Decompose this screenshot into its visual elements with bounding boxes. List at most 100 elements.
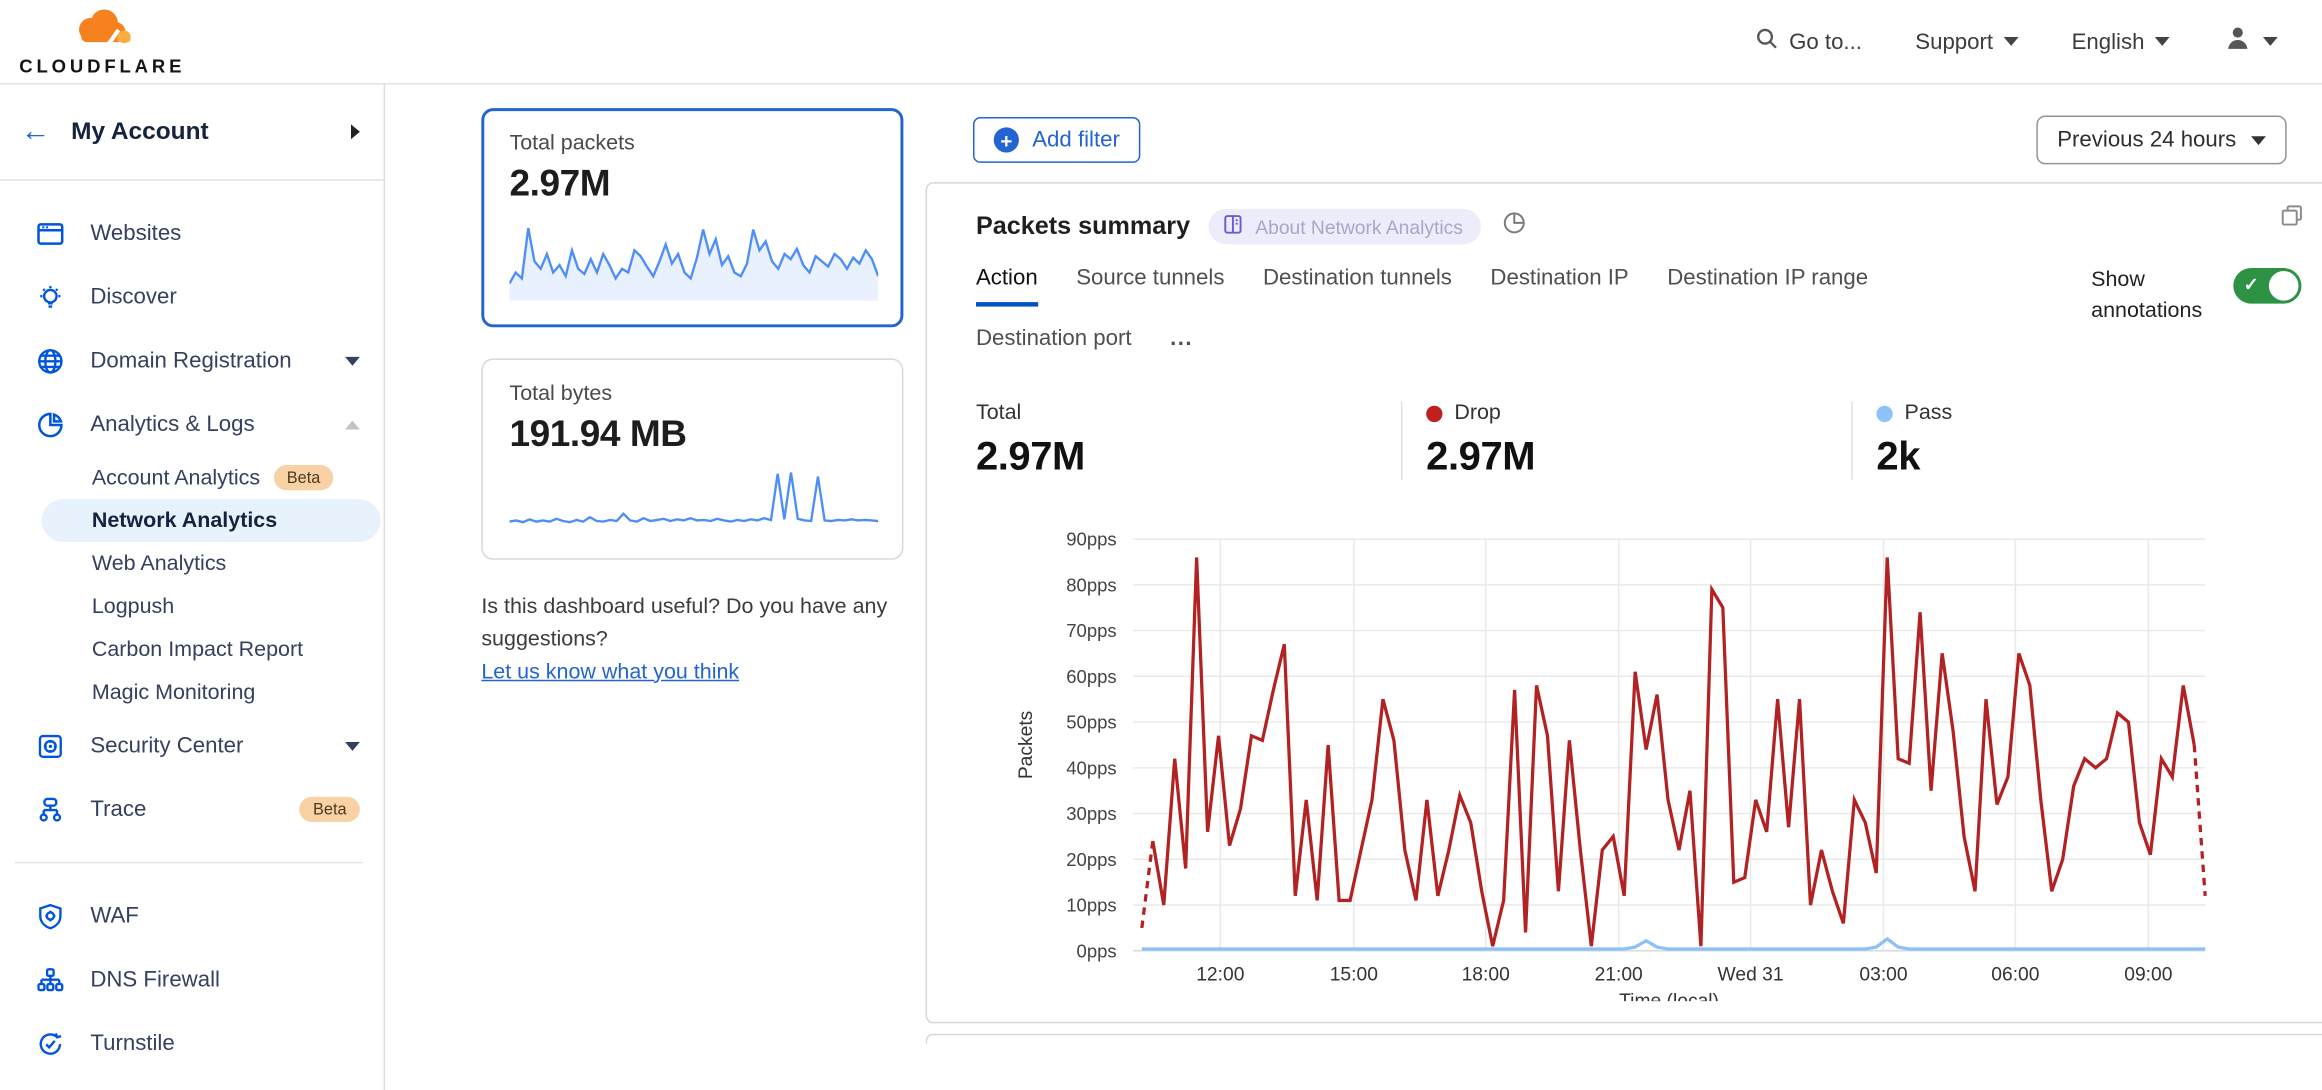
- sidebar-item-waf[interactable]: WAF: [0, 884, 384, 948]
- svg-text:80pps: 80pps: [1066, 574, 1116, 595]
- sidebar-item-label: Security Center: [90, 733, 320, 758]
- beta-badge: Beta: [300, 797, 360, 822]
- chevron-down-icon: [345, 741, 360, 750]
- chevron-right-icon[interactable]: [351, 124, 360, 139]
- tab-action[interactable]: Action: [976, 265, 1038, 306]
- card-total-bytes[interactable]: Total bytes191.94 MB: [481, 358, 903, 559]
- tab-destination-ip[interactable]: Destination IP: [1490, 265, 1628, 306]
- sidebar-item-analytics-logs[interactable]: Analytics & Logs: [0, 392, 384, 456]
- goto-label: Go to...: [1789, 29, 1862, 54]
- add-filter-button[interactable]: + Add filter: [973, 117, 1141, 163]
- tabs-overflow-button[interactable]: ...: [1170, 326, 1193, 363]
- show-annotations-label: Show annotations: [2091, 265, 2212, 327]
- sidebar-item-label: DNS Firewall: [90, 967, 360, 992]
- legend-dot: [1426, 405, 1442, 421]
- svg-text:90pps: 90pps: [1066, 529, 1116, 550]
- sidebar: ← My Account WebsitesDiscover Domain Regi…: [0, 84, 385, 1090]
- show-annotations-toggle[interactable]: ✓: [2233, 268, 2301, 304]
- svg-text:18:00: 18:00: [1462, 964, 1510, 985]
- panel-title: Packets summary: [976, 212, 1190, 242]
- cloudflare-cloud-icon: [68, 7, 136, 54]
- book-icon: [1221, 213, 1243, 240]
- toggle-knob: [2269, 271, 2299, 301]
- svg-text:40pps: 40pps: [1066, 757, 1116, 778]
- sidebar-subitem-logpush[interactable]: Logpush: [0, 585, 384, 628]
- stat-divider: [1401, 401, 1402, 479]
- stat-label: Drop: [1454, 401, 1501, 425]
- stat-drop: Drop2.97M: [1426, 401, 1851, 479]
- svg-text:21:00: 21:00: [1595, 964, 1643, 985]
- tab-destination-tunnels[interactable]: Destination tunnels: [1263, 265, 1452, 306]
- duplicate-panel-icon[interactable]: [2279, 203, 2304, 236]
- svg-text:09:00: 09:00: [2124, 964, 2172, 985]
- language-menu[interactable]: English: [2072, 29, 2170, 54]
- refresh-check-icon: [36, 1029, 66, 1059]
- goto-search[interactable]: Go to...: [1755, 27, 1862, 57]
- cloudflare-logo[interactable]: CLOUDFLARE: [19, 7, 185, 77]
- sidebar-subitem-carbon-impact-report[interactable]: Carbon Impact Report: [0, 628, 384, 671]
- sidebar-item-dns-firewall[interactable]: DNS Firewall: [0, 948, 384, 1012]
- svg-text:50pps: 50pps: [1066, 712, 1116, 733]
- svg-text:60pps: 60pps: [1066, 666, 1116, 687]
- svg-text:Wed 31: Wed 31: [1718, 964, 1784, 985]
- tab-destination-port[interactable]: Destination port: [976, 326, 1132, 363]
- sidebar-account-row[interactable]: ← My Account: [0, 84, 384, 180]
- sidebar-nav: WebsitesDiscover Domain Registration Analy…: [0, 181, 384, 1090]
- language-label: English: [2072, 29, 2145, 54]
- sidebar-item-label: Trace: [90, 797, 274, 822]
- sidebar-item-security-center[interactable]: Security Center: [0, 714, 384, 778]
- sidebar-item-turnstile[interactable]: Turnstile: [0, 1012, 384, 1076]
- sidebar-subitem-label: Network Analytics: [92, 509, 277, 533]
- check-icon: ✓: [2244, 274, 2259, 295]
- globe-icon: [36, 346, 66, 376]
- sidebar-item-label: Domain Registration: [90, 348, 320, 373]
- pie-chart-icon: [36, 409, 66, 439]
- chevron-down-icon: [2003, 37, 2018, 46]
- svg-text:20pps: 20pps: [1066, 849, 1116, 870]
- sidebar-item-trace[interactable]: Trace Beta: [0, 778, 384, 842]
- stat-pass: Pass2k: [1876, 401, 2301, 479]
- sidebar-subitem-magic-monitoring[interactable]: Magic Monitoring: [0, 671, 384, 714]
- sidebar-subitem-label: Web Analytics: [92, 552, 226, 576]
- sidebar-item-label: WAF: [90, 903, 360, 928]
- stat-total: Total2.97M: [976, 401, 1401, 479]
- sidebar-subitem-network-analytics[interactable]: Network Analytics: [41, 499, 380, 542]
- top-header: CLOUDFLARE Go to... Support English: [0, 0, 2322, 84]
- tab-destination-ip-range[interactable]: Destination IP range: [1667, 265, 1868, 306]
- card-title: Total bytes: [509, 382, 875, 406]
- tab-source-tunnels[interactable]: Source tunnels: [1076, 265, 1224, 306]
- chevron-up-icon: [345, 420, 360, 429]
- shield-gear-icon: [36, 901, 66, 931]
- time-range-select[interactable]: Previous 24 hours: [2036, 116, 2286, 165]
- svg-text:03:00: 03:00: [1859, 964, 1907, 985]
- sidebar-item-domain-registration[interactable]: Domain Registration: [0, 329, 384, 393]
- sidebar-item-discover[interactable]: Discover: [0, 265, 384, 329]
- packets-summary-panel: Packets summary About Network Analytics: [926, 182, 2322, 1023]
- main-column: + Add filter Previous 24 hours Packets s…: [926, 108, 2322, 1090]
- user-icon: [2223, 24, 2253, 60]
- back-arrow-icon[interactable]: ←: [21, 117, 51, 147]
- card-sparkline: [509, 215, 878, 301]
- time-range-value: Previous 24 hours: [2057, 127, 2236, 152]
- stat-label: Total: [976, 401, 1021, 425]
- svg-text:12:00: 12:00: [1196, 964, 1244, 985]
- card-total-packets[interactable]: Total packets2.97M: [481, 108, 903, 327]
- svg-text:06:00: 06:00: [1991, 964, 2039, 985]
- show-annotations-control: Show annotations ✓: [2091, 265, 2301, 363]
- sidebar-subitem-label: Account Analytics: [92, 466, 260, 490]
- feedback-link[interactable]: Let us know what you think: [481, 660, 739, 684]
- pie-chart-icon[interactable]: [1501, 210, 1526, 243]
- sidebar-subitem-account-analytics[interactable]: Account AnalyticsBeta: [0, 456, 384, 499]
- stat-divider: [1851, 401, 1852, 479]
- next-panel-edge: [926, 1034, 2322, 1044]
- account-menu[interactable]: [2223, 24, 2278, 60]
- svg-text:0pps: 0pps: [1077, 940, 1117, 961]
- support-menu[interactable]: Support: [1915, 29, 2018, 54]
- totals-row: Total2.97M Drop2.97M Pass2k: [976, 401, 2301, 479]
- about-network-analytics-badge[interactable]: About Network Analytics: [1208, 209, 1481, 245]
- sidebar-item-websites[interactable]: Websites: [0, 201, 384, 265]
- lightbulb-icon: [36, 282, 66, 312]
- svg-text:10pps: 10pps: [1066, 895, 1116, 916]
- sidebar-subitem-web-analytics[interactable]: Web Analytics: [0, 542, 384, 585]
- filter-row: + Add filter Previous 24 hours: [926, 108, 2322, 164]
